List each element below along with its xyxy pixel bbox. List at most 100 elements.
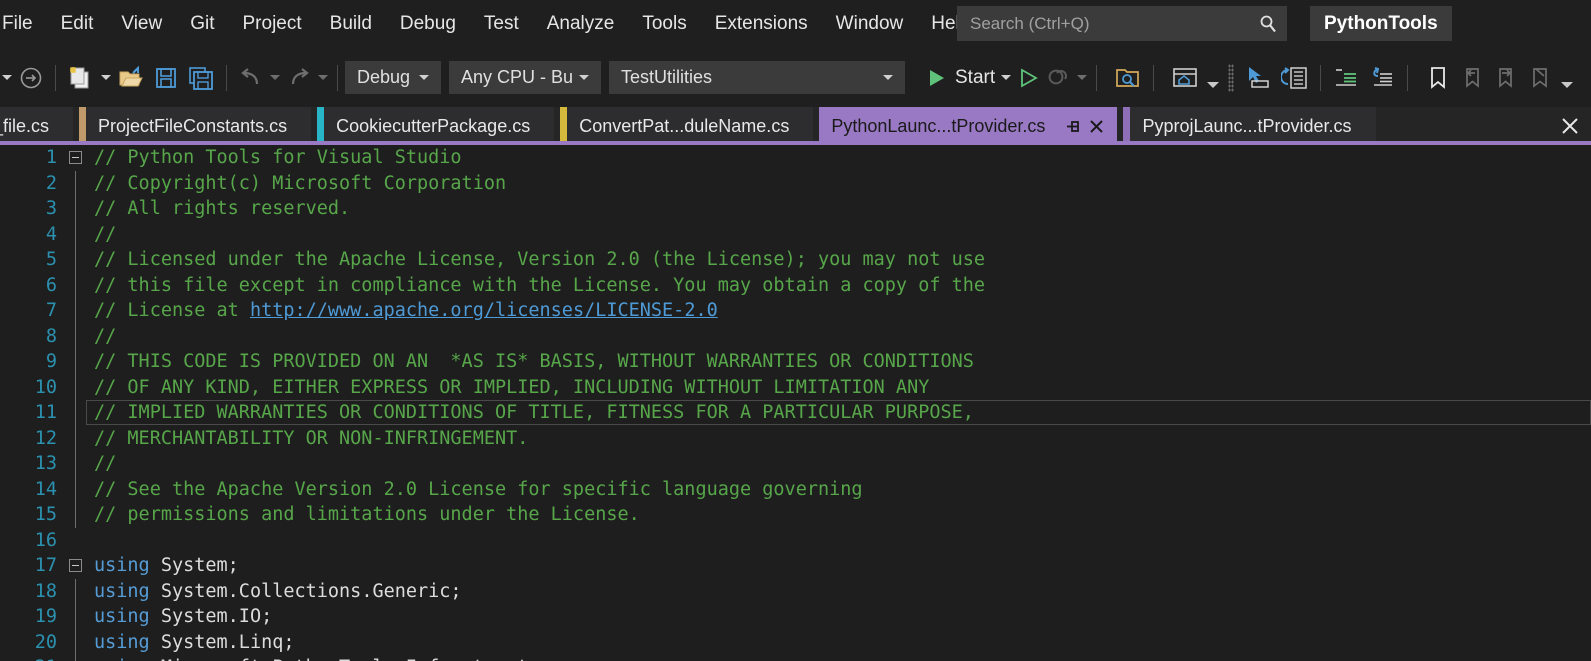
- code-line[interactable]: 7 // License at http://www.apache.org/lic…: [0, 298, 1591, 324]
- code-line[interactable]: 10 // OF ANY KIND, EITHER EXPRESS OR IMPL…: [0, 374, 1591, 400]
- toolbar-separator: [226, 64, 227, 91]
- code-line[interactable]: 16: [0, 528, 1591, 554]
- menu-item-edit[interactable]: Edit: [47, 7, 108, 41]
- menu-item-build[interactable]: Build: [316, 7, 386, 41]
- chevron-down-icon[interactable]: [877, 75, 901, 80]
- code-line[interactable]: 4 //: [0, 221, 1591, 247]
- code-line[interactable]: 3 // All rights reserved.: [0, 196, 1591, 222]
- save-all-button[interactable]: [183, 61, 219, 95]
- find-in-files-icon: [1116, 68, 1139, 87]
- code-line[interactable]: 2 // Copyright(c) Microsoft Corporation: [0, 170, 1591, 196]
- line-number: 6: [45, 274, 57, 296]
- code-line[interactable]: 19 using System.IO;: [0, 604, 1591, 630]
- pointer-select-button[interactable]: [1239, 61, 1277, 95]
- document-tab[interactable]: PyprojLaunc...tProvider.cs: [1123, 107, 1376, 145]
- search-box[interactable]: [957, 6, 1287, 41]
- new-item-dropdown[interactable]: [99, 61, 113, 95]
- code-hyperlink[interactable]: http://www.apache.org/licenses/LICENSE-2…: [250, 300, 718, 321]
- code-line[interactable]: 15 // permissions and limitations under t…: [0, 502, 1591, 528]
- navigate-back-dropdown[interactable]: [0, 61, 14, 95]
- document-tab[interactable]: CookiecutterPackage.cs: [317, 107, 555, 145]
- open-file-button[interactable]: [113, 61, 149, 95]
- save-button[interactable]: [149, 61, 183, 95]
- menu-item-view[interactable]: View: [107, 7, 176, 41]
- menu-item-file[interactable]: File: [0, 7, 47, 41]
- chevron-down-icon[interactable]: [573, 75, 597, 80]
- play-outline-icon: [1021, 67, 1038, 88]
- hot-reload-dropdown[interactable]: [1075, 61, 1089, 95]
- code-line[interactable]: 13 //: [0, 451, 1591, 477]
- close-active-document-button[interactable]: [1549, 107, 1591, 145]
- toggle-bookmark-button[interactable]: [1421, 61, 1455, 95]
- code-editor[interactable]: 1 // Python Tools for Visual Studio 2 // Co…: [0, 145, 1591, 661]
- undo-dropdown[interactable]: [268, 61, 282, 95]
- document-tab[interactable]: st_file.cs: [0, 107, 74, 145]
- code-line[interactable]: 18 using System.Collections.Generic;: [0, 578, 1591, 604]
- clear-bookmarks-button[interactable]: [1523, 61, 1557, 95]
- line-number: 17: [34, 555, 57, 576]
- uncomment-selection-button[interactable]: [1364, 61, 1400, 95]
- document-tab[interactable]: ProjectFileConstants.cs: [79, 107, 312, 145]
- toolbar-grip[interactable]: [1228, 63, 1235, 92]
- fold-toggle[interactable]: [64, 145, 86, 171]
- next-bookmark-button[interactable]: [1489, 61, 1523, 95]
- code-line[interactable]: 9 // THIS CODE IS PROVIDED ON AN *AS IS* …: [0, 349, 1591, 375]
- code-line[interactable]: 5 // Licensed under the Apache License, V…: [0, 247, 1591, 273]
- code-line[interactable]: 1 // Python Tools for Visual Studio: [0, 145, 1591, 171]
- navigate-forward-button[interactable]: [14, 61, 48, 95]
- code-line-text: // Python Tools for Visual Studio: [86, 145, 462, 171]
- find-in-files-button[interactable]: [1110, 61, 1146, 95]
- solution-configuration-combo[interactable]: Debug: [345, 61, 441, 94]
- undo-button[interactable]: [234, 61, 268, 95]
- code-token: using: [94, 606, 150, 627]
- hot-reload-button[interactable]: [1043, 61, 1075, 95]
- document-tab-active[interactable]: PythonLaunc...tProvider.cs: [819, 107, 1118, 145]
- code-line[interactable]: 8 //: [0, 323, 1591, 350]
- start-without-debugging-button[interactable]: [1013, 61, 1043, 95]
- menu-item-debug[interactable]: Debug: [386, 7, 470, 41]
- code-line-text: // IMPLIED WARRANTIES OR CONDITIONS OF T…: [86, 400, 974, 426]
- solution-platform-combo[interactable]: Any CPU - Build ⁄: [449, 61, 601, 94]
- close-icon[interactable]: [1085, 115, 1107, 137]
- code-line[interactable]: 17 using System;: [0, 553, 1591, 579]
- menu-item-window[interactable]: Window: [822, 7, 918, 41]
- start-debug-button[interactable]: Start: [919, 61, 999, 95]
- code-line-text: //: [86, 324, 116, 350]
- code-line-text: using System;: [86, 553, 239, 579]
- new-item-button[interactable]: [63, 61, 99, 95]
- redo-dropdown[interactable]: [316, 61, 330, 95]
- start-dropdown[interactable]: [999, 61, 1013, 95]
- solution-explorer-button[interactable]: [1167, 61, 1203, 95]
- code-token: // License at: [94, 300, 250, 321]
- play-icon: [930, 69, 944, 86]
- menu-item-extensions[interactable]: Extensions: [701, 7, 822, 41]
- solution-explorer-overflow[interactable]: [1203, 61, 1223, 95]
- menu-item-analyze[interactable]: Analyze: [533, 7, 629, 41]
- menu-item-project[interactable]: Project: [229, 7, 316, 41]
- pin-icon[interactable]: [1061, 115, 1083, 137]
- fold-guide-line: [64, 374, 86, 400]
- code-line[interactable]: 21 using Microsoft.PythonTools.Infrastruc…: [0, 655, 1591, 661]
- refresh-window-button[interactable]: [1277, 61, 1313, 95]
- code-line[interactable]: 20 using System.Linq;: [0, 629, 1591, 655]
- comment-selection-button[interactable]: [1328, 61, 1364, 95]
- code-line[interactable]: 14 // See the Apache Version 2.0 License …: [0, 476, 1591, 502]
- line-number: 16: [34, 529, 57, 551]
- chevron-down-icon[interactable]: [413, 75, 437, 80]
- menu-item-test[interactable]: Test: [470, 7, 533, 41]
- startup-project-combo[interactable]: TestUtilities: [609, 61, 905, 94]
- code-line[interactable]: 12 // MERCHANTABILITY OR NON-INFRINGEMENT…: [0, 425, 1591, 451]
- fold-toggle[interactable]: [64, 553, 86, 579]
- menu-item-git[interactable]: Git: [176, 7, 228, 41]
- menu-item-tools[interactable]: Tools: [628, 7, 700, 41]
- fold-guide-line: [64, 400, 86, 426]
- code-line[interactable]: 11 // IMPLIED WARRANTIES OR CONDITIONS OF…: [0, 400, 1591, 426]
- redo-button[interactable]: [282, 61, 316, 95]
- search-input[interactable]: [970, 13, 1258, 34]
- document-tab[interactable]: ConvertPat...duleName.cs: [560, 107, 814, 145]
- code-token: // All rights reserved.: [94, 198, 351, 219]
- toolbar-overflow-button[interactable]: [1557, 61, 1577, 95]
- previous-bookmark-button[interactable]: [1455, 61, 1489, 95]
- tab-color-marker: [79, 107, 87, 145]
- code-line[interactable]: 6 // this file except in compliance with …: [0, 272, 1591, 298]
